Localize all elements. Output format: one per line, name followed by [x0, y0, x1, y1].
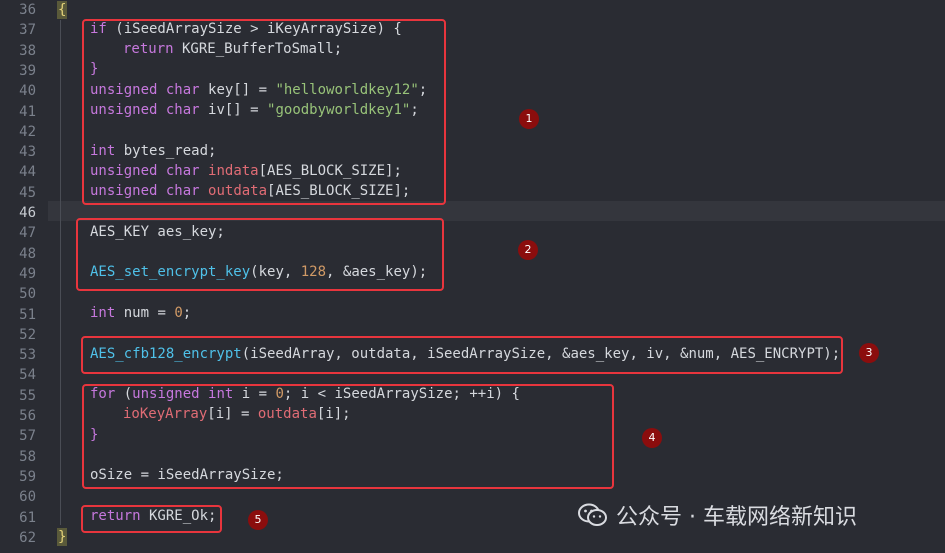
- line-number: 39: [19, 62, 36, 79]
- line-number: 54: [19, 367, 36, 384]
- line-number: 36: [19, 2, 36, 18]
- annotation-box-5: [81, 505, 222, 533]
- watermark: 公众号 · 车载网络新知识: [578, 500, 857, 530]
- code-text: num =: [115, 305, 175, 321]
- line-number: 55: [19, 387, 36, 404]
- annotation-badge-2: 2: [518, 240, 538, 260]
- annotation-badge-3: 3: [859, 343, 879, 363]
- indent-guide: [60, 20, 61, 525]
- annotation-box-4: [82, 384, 614, 489]
- line-number: 62: [19, 529, 36, 546]
- line-number: 50: [19, 286, 36, 303]
- line-number: 52: [19, 326, 36, 343]
- code-line-51: int num = 0;: [90, 303, 191, 323]
- line-number: 59: [19, 468, 36, 485]
- line-number: 44: [19, 164, 36, 181]
- type-keyword: int: [90, 305, 116, 321]
- line-number: 60: [19, 489, 36, 506]
- open-brace: {: [57, 1, 68, 19]
- number-literal: 0: [174, 305, 183, 321]
- wechat-icon: [578, 502, 608, 528]
- line-number: 45: [19, 184, 36, 201]
- annotation-badge-1: 1: [519, 109, 539, 129]
- line-number: 41: [19, 103, 36, 120]
- annotation-box-3: [81, 336, 843, 374]
- line-number: 56: [19, 408, 36, 424]
- code-text: ;: [182, 305, 192, 321]
- line-number: 37: [19, 22, 36, 39]
- line-number: 49: [19, 265, 36, 282]
- line-number: 46: [19, 205, 36, 221]
- line-number: 47: [19, 225, 36, 242]
- annotation-box-2: [76, 218, 444, 291]
- line-number: 43: [19, 144, 36, 161]
- line-number: 57: [19, 428, 36, 445]
- line-number: 53: [19, 347, 36, 364]
- watermark-text: 公众号 · 车载网络新知识: [616, 505, 857, 530]
- line-number: 51: [19, 306, 36, 323]
- line-number: 48: [19, 245, 36, 262]
- line-number: 42: [19, 123, 36, 140]
- line-number: 40: [19, 83, 36, 100]
- annotation-badge-5: 5: [248, 510, 268, 530]
- annotation-badge-4: 4: [642, 428, 662, 448]
- close-brace: }: [57, 528, 68, 546]
- line-number: 38: [19, 42, 36, 59]
- annotation-box-1: [82, 19, 446, 205]
- line-number: 61: [19, 509, 36, 526]
- line-number: 58: [19, 448, 36, 465]
